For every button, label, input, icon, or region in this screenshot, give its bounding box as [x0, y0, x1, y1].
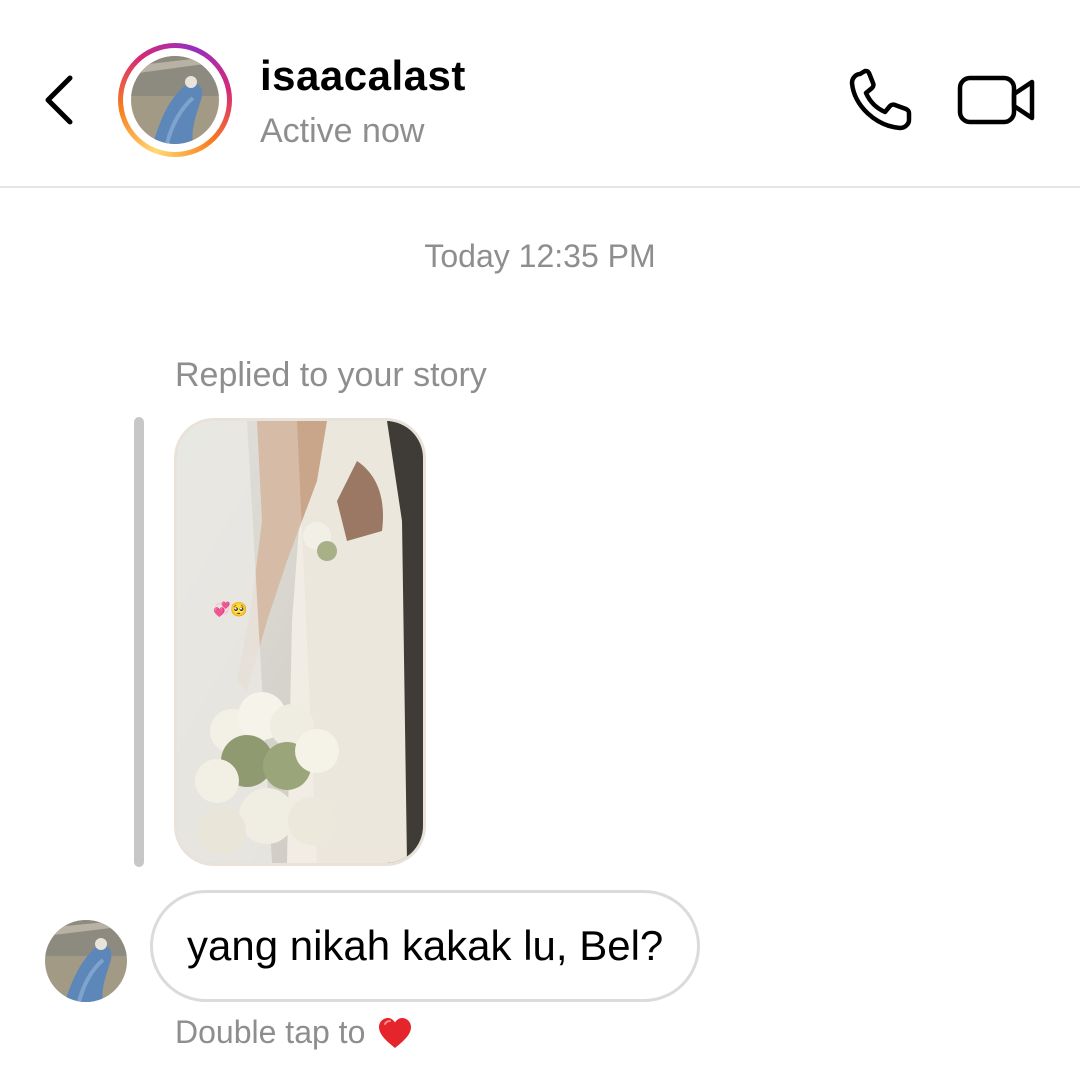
story-thumbnail[interactable]: 💞🥺 — [174, 418, 426, 866]
video-camera-icon — [957, 75, 1035, 125]
active-status: Active now — [260, 112, 425, 150]
red-heart-icon — [379, 1017, 412, 1048]
message-timestamp: Today 12:35 PM — [424, 238, 656, 274]
profile-avatar[interactable] — [118, 43, 232, 157]
avatar-image — [131, 56, 219, 144]
double-tap-hint: Double tap to — [175, 1014, 413, 1051]
phone-icon — [849, 68, 912, 131]
reply-quote-bar — [134, 417, 144, 867]
audio-call-button[interactable] — [846, 68, 916, 134]
message-bubble[interactable]: yang nikah kakak lu, Bel? — [150, 890, 701, 1002]
back-button[interactable] — [38, 68, 88, 132]
chevron-left-icon — [45, 75, 73, 125]
chat-header: isaacalast Active now — [0, 0, 1080, 188]
sender-avatar[interactable] — [45, 920, 127, 1002]
header-divider — [0, 186, 1080, 188]
story-sticker: 💞🥺 — [213, 601, 248, 617]
double-tap-label: Double tap to — [175, 1014, 366, 1050]
video-call-button[interactable] — [956, 72, 1038, 128]
chat-username[interactable]: isaacalast — [260, 52, 466, 100]
story-reply-label: Replied to your story — [175, 356, 487, 394]
